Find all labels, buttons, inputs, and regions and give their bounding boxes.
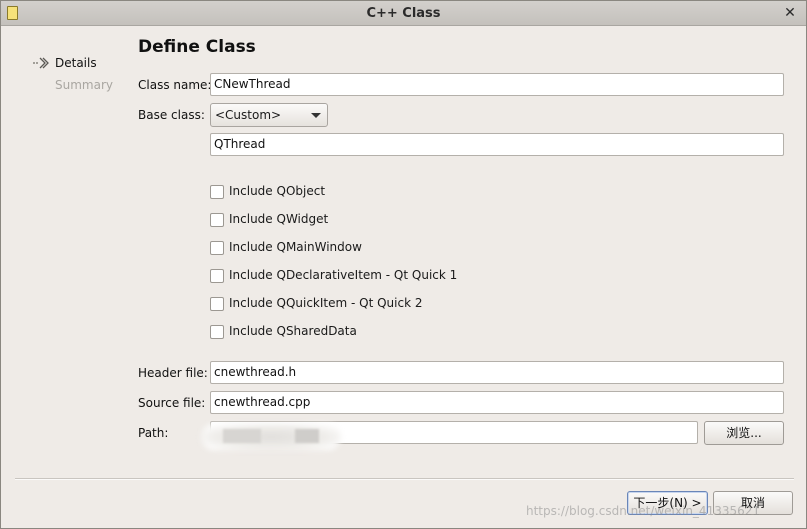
checkbox-label: Include QObject [229,184,326,198]
base-class-selected: <Custom> [215,108,282,122]
nav-step-summary: Summary [55,78,113,92]
header-file-label: Header file: [138,366,208,380]
class-name-input[interactable]: CNewThread [210,73,784,96]
custom-base-class-input[interactable]: QThread [210,133,784,156]
checkbox-label: Include QQuickItem - Qt Quick 2 [229,296,423,310]
title-bar[interactable]: C++ Class ✕ [1,1,806,26]
page-title: Define Class [138,37,256,57]
checkbox-box[interactable] [210,269,224,283]
window-title: C++ Class [366,6,441,21]
redacted-path-overlay [295,429,319,443]
path-label: Path: [138,426,169,440]
base-class-label: Base class: [138,108,205,122]
checkbox-label: Include QSharedData [229,324,357,338]
checkbox-label: Include QWidget [229,212,329,226]
watermark-text: https://blog.csdn.net/weixin_41335621 [526,504,761,518]
browse-button[interactable]: 浏览... [704,421,784,445]
nav-step-details: Details [55,56,97,70]
checkbox-box[interactable] [210,241,224,255]
redacted-path-overlay [223,429,261,443]
checkbox-box[interactable] [210,297,224,311]
header-file-input[interactable]: cnewthread.h [210,361,784,384]
checkbox-label: Include QDeclarativeItem - Qt Quick 1 [229,268,458,282]
chevron-down-icon [311,113,321,118]
source-file-input[interactable]: cnewthread.cpp [210,391,784,414]
redacted-path-overlay [201,424,341,450]
checkbox-box[interactable] [210,185,224,199]
close-icon[interactable]: ✕ [781,4,799,22]
dialog-window: C++ Class ✕ Details Summary Define Class… [0,0,807,529]
source-file-label: Source file: [138,396,206,410]
class-name-label: Class name: [138,78,212,92]
checkbox-box[interactable] [210,213,224,227]
current-step-arrow-icon [33,57,49,69]
base-class-combobox[interactable]: <Custom> [210,103,328,127]
checkbox-label: Include QMainWindow [229,240,362,254]
footer-separator [15,478,794,480]
checkbox-box[interactable] [210,325,224,339]
